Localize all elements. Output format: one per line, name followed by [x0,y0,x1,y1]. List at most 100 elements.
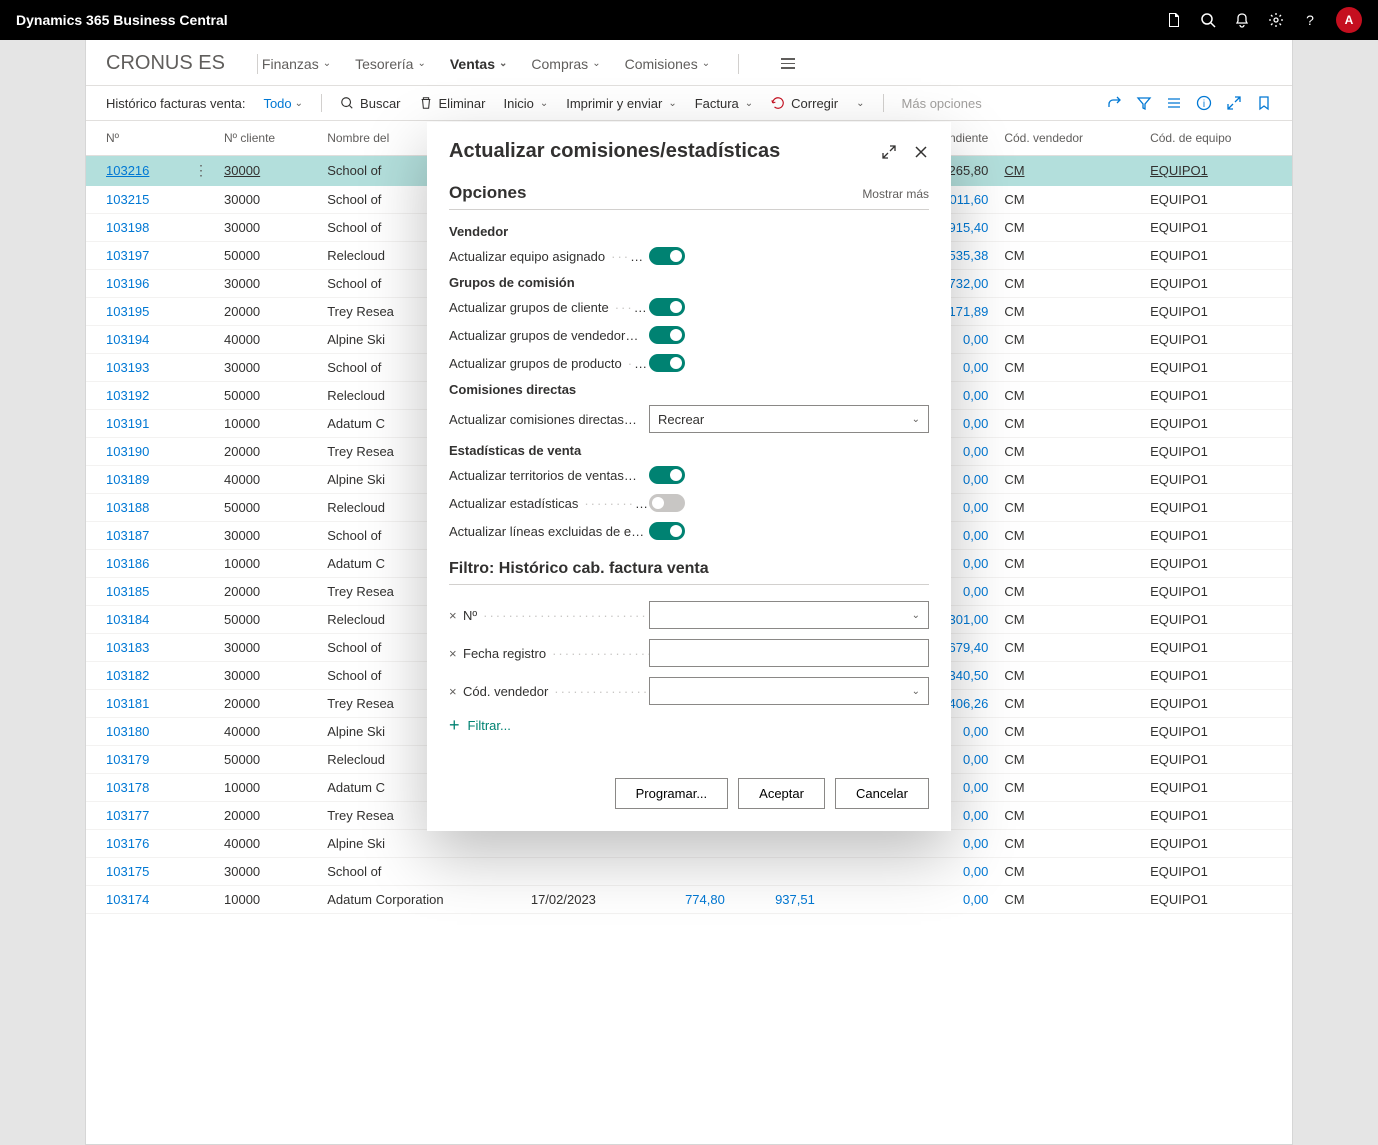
show-more-link[interactable]: Mostrar más [862,187,929,201]
row-no-link[interactable]: 103215 [106,192,149,207]
col-no[interactable]: Nº [86,121,186,156]
toggle-grupos-producto[interactable] [649,354,685,372]
row-cliente[interactable]: 50000 [224,752,260,767]
bell-icon[interactable] [1234,12,1250,28]
row-cliente[interactable]: 10000 [224,556,260,571]
share-icon[interactable] [1106,95,1122,111]
aceptar-button[interactable]: Aceptar [738,778,825,809]
row-cliente[interactable]: 10000 [224,416,260,431]
filter-input-fecha[interactable] [649,639,929,667]
list-icon[interactable] [1166,95,1182,111]
row-no-link[interactable]: 103198 [106,220,149,235]
row-cliente[interactable]: 10000 [224,892,260,907]
remove-filter-no[interactable]: × [449,608,463,623]
row-no-link[interactable]: 103191 [106,416,149,431]
row-no-link[interactable]: 103190 [106,444,149,459]
cancelar-button[interactable]: Cancelar [835,778,929,809]
row-no-link[interactable]: 103176 [106,836,149,851]
row-no-link[interactable]: 103195 [106,304,149,319]
close-icon[interactable] [913,144,929,160]
row-no-link[interactable]: 103183 [106,640,149,655]
row-no-link[interactable]: 103174 [106,892,149,907]
row-cliente[interactable]: 30000 [224,864,260,879]
toggle-equipo[interactable] [649,247,685,265]
table-row[interactable]: 103174 10000 Adatum Corporation 17/02/20… [86,886,1292,914]
company-name[interactable]: CRONUS ES [106,52,225,75]
row-no-link[interactable]: 103196 [106,276,149,291]
col-equipo[interactable]: Cód. de equipo [1142,121,1292,156]
hamburger-icon[interactable] [781,58,795,69]
info-icon[interactable]: i [1196,95,1212,111]
col-vendedor[interactable]: Cód. vendedor [996,121,1142,156]
filter-icon[interactable] [1136,95,1152,111]
row-cliente[interactable]: 30000 [224,640,260,655]
row-cliente[interactable]: 20000 [224,584,260,599]
row-no-link[interactable]: 103184 [106,612,149,627]
row-cliente[interactable]: 40000 [224,724,260,739]
row-cliente[interactable]: 30000 [224,163,260,178]
remove-filter-vend[interactable]: × [449,684,463,699]
row-cliente[interactable]: 40000 [224,332,260,347]
row-cliente[interactable]: 40000 [224,836,260,851]
row-no-link[interactable]: 103175 [106,864,149,879]
corregir-button[interactable]: Corregir [771,96,838,111]
row-cliente[interactable]: 50000 [224,388,260,403]
row-no-link[interactable]: 103180 [106,724,149,739]
corregir-chevron[interactable]: ⌄ [856,98,864,109]
row-no-link[interactable]: 103186 [106,556,149,571]
row-cliente[interactable]: 20000 [224,304,260,319]
nav-ventas[interactable]: Ventas⌄ [450,56,508,72]
row-cliente[interactable]: 20000 [224,444,260,459]
row-cliente[interactable]: 30000 [224,360,260,375]
add-filter-button[interactable]: + Filtrar... [449,715,929,736]
filter-input-vend[interactable]: ⌄ [649,677,929,705]
row-no-link[interactable]: 103192 [106,388,149,403]
inicio-button[interactable]: Inicio ⌄ [503,96,548,111]
filter-dropdown[interactable]: Todo ⌄ [263,96,303,111]
help-icon[interactable]: ? [1302,12,1318,28]
row-cliente[interactable]: 30000 [224,220,260,235]
toggle-lineas[interactable] [649,522,685,540]
maximize-icon[interactable] [881,144,897,160]
row-no-link[interactable]: 103188 [106,500,149,515]
row-cliente[interactable]: 30000 [224,276,260,291]
gear-icon[interactable] [1268,12,1284,28]
table-row[interactable]: 103176 40000 Alpine Ski 0,00 CM EQUIPO1 [86,830,1292,858]
filter-input-no[interactable]: ⌄ [649,601,929,629]
table-row[interactable]: 103175 30000 School of 0,00 CM EQUIPO1 [86,858,1292,886]
nav-comisiones[interactable]: Comisiones⌄ [625,56,711,72]
row-menu-icon[interactable]: ⋮ [194,162,208,178]
row-no-link[interactable]: 103194 [106,332,149,347]
row-cliente[interactable]: 20000 [224,696,260,711]
row-cliente[interactable]: 20000 [224,808,260,823]
delete-button[interactable]: Eliminar [419,96,486,111]
row-no-link[interactable]: 103178 [106,780,149,795]
toggle-grupos-cliente[interactable] [649,298,685,316]
toggle-territorios[interactable] [649,466,685,484]
row-no-link[interactable]: 103179 [106,752,149,767]
row-cliente[interactable]: 40000 [224,472,260,487]
row-cliente[interactable]: 30000 [224,668,260,683]
search-button[interactable]: Buscar [340,96,400,111]
row-no-link[interactable]: 103182 [106,668,149,683]
row-cliente[interactable]: 30000 [224,528,260,543]
search-icon[interactable] [1200,12,1216,28]
row-no-link[interactable]: 103197 [106,248,149,263]
toggle-estadisticas[interactable] [649,494,685,512]
print-button[interactable]: Imprimir y enviar ⌄ [566,96,676,111]
bookmark-icon[interactable] [1256,95,1272,111]
select-comisiones[interactable]: Recrear⌄ [649,405,929,433]
row-cliente[interactable]: 10000 [224,780,260,795]
nav-tesoreria[interactable]: Tesorería⌄ [355,56,426,72]
programar-button[interactable]: Programar... [615,778,729,809]
avatar[interactable]: A [1336,7,1362,33]
row-no-link[interactable]: 103187 [106,528,149,543]
row-cliente[interactable]: 50000 [224,248,260,263]
nav-compras[interactable]: Compras⌄ [531,56,600,72]
row-no-link[interactable]: 103193 [106,360,149,375]
factura-button[interactable]: Factura ⌄ [695,96,753,111]
row-no-link[interactable]: 103189 [106,472,149,487]
document-icon[interactable] [1166,12,1182,28]
col-cliente[interactable]: Nº cliente [216,121,319,156]
toggle-grupos-vendedor[interactable] [649,326,685,344]
